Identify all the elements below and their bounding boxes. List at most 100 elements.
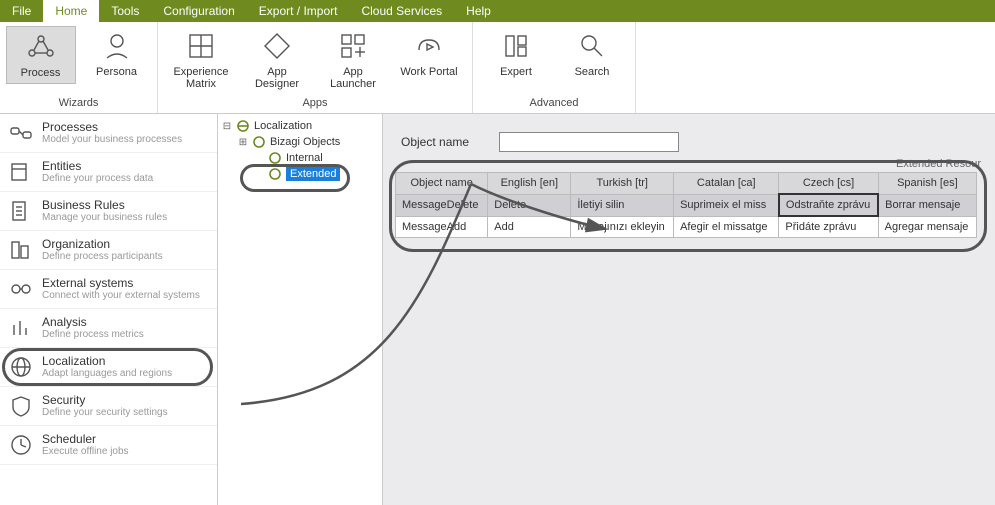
cell-editing[interactable]: Odstraňte zprávu <box>779 194 878 216</box>
sidebar-item-label: Processes <box>42 120 182 134</box>
menu-home[interactable]: Home <box>43 0 99 22</box>
sidebar-item-organization[interactable]: OrganizationDefine process participants <box>0 231 217 270</box>
cell[interactable]: Přidáte zprávu <box>779 216 878 238</box>
sidebar-item-label: Entities <box>42 159 153 173</box>
sidebar-item-entities[interactable]: EntitiesDefine your process data <box>0 153 217 192</box>
scheduler-icon <box>8 432 34 458</box>
ribbon-persona-label: Persona <box>96 66 137 78</box>
ribbon-search-label: Search <box>575 66 610 78</box>
ribbon-search[interactable]: Search <box>557 26 627 82</box>
cell[interactable]: Agregar mensaje <box>878 216 976 238</box>
sidebar-item-sub: Adapt languages and regions <box>42 368 172 379</box>
ribbon-group-advanced-label: Advanced <box>530 97 579 111</box>
col-english[interactable]: English [en] <box>488 173 571 195</box>
tree-node-internal[interactable]: Internal <box>220 150 380 166</box>
ribbon-process-label: Process <box>21 67 61 79</box>
menu-tools[interactable]: Tools <box>99 0 151 22</box>
globe-icon <box>236 119 250 133</box>
sidebar-item-analysis[interactable]: AnalysisDefine process metrics <box>0 309 217 348</box>
body: ProcessesModel your business processes E… <box>0 114 995 505</box>
sidebar-item-sub: Define process participants <box>42 251 163 262</box>
sidebar-item-sub: Execute offline jobs <box>42 446 129 457</box>
security-icon <box>8 393 34 419</box>
ribbon-app-designer[interactable]: App Designer <box>242 26 312 94</box>
ribbon-group-apps: Experience Matrix App Designer App Launc… <box>158 22 473 113</box>
cell[interactable]: MessageAdd <box>396 216 488 238</box>
ribbon-work-portal-label: Work Portal <box>400 66 457 78</box>
ribbon-group-wizards-label: Wizards <box>59 97 99 111</box>
ribbon-persona[interactable]: Persona <box>82 26 152 84</box>
sidebar-item-business-rules[interactable]: Business RulesManage your business rules <box>0 192 217 231</box>
sidebar-item-processes[interactable]: ProcessesModel your business processes <box>0 114 217 153</box>
sidebar-item-scheduler[interactable]: SchedulerExecute offline jobs <box>0 426 217 465</box>
sidebar-item-sub: Define your security settings <box>42 407 168 418</box>
cell[interactable]: İletiyi silin <box>571 194 674 216</box>
ribbon-app-launcher-label: App Launcher <box>320 66 386 90</box>
ribbon-group-advanced: Expert Search Advanced <box>473 22 636 113</box>
sidebar-item-localization[interactable]: LocalizationAdapt languages and regions <box>0 348 217 387</box>
ribbon-work-portal[interactable]: Work Portal <box>394 26 464 94</box>
menu-help[interactable]: Help <box>454 0 503 22</box>
object-name-input[interactable] <box>499 132 679 152</box>
cell[interactable]: Borrar mensaje <box>878 194 976 216</box>
sidebar-item-security[interactable]: SecurityDefine your security settings <box>0 387 217 426</box>
ribbon-app-designer-label: App Designer <box>244 66 310 90</box>
work-portal-icon <box>413 30 445 62</box>
col-spanish[interactable]: Spanish [es] <box>878 173 976 195</box>
menu-configuration[interactable]: Configuration <box>151 0 246 22</box>
cell[interactable]: Delete <box>488 194 571 216</box>
ribbon-process[interactable]: Process <box>6 26 76 84</box>
process-icon <box>25 31 57 63</box>
col-turkish[interactable]: Turkish [tr] <box>571 173 674 195</box>
cell[interactable]: MessageDelete <box>396 194 488 216</box>
organization-icon <box>8 237 34 263</box>
app-launcher-icon <box>337 30 369 62</box>
tree-panel: ⊟ Localization ⊞ Bizagi Objects Internal… <box>218 114 383 505</box>
menu-export-import[interactable]: Export / Import <box>247 0 350 22</box>
ribbon-expert[interactable]: Expert <box>481 26 551 82</box>
cell[interactable]: Suprimeix el miss <box>674 194 779 216</box>
ribbon: Process Persona Wizards Experience Matri… <box>0 22 995 114</box>
ribbon-app-launcher[interactable]: App Launcher <box>318 26 388 94</box>
table-header-row: Object name English [en] Turkish [tr] Ca… <box>396 173 977 195</box>
sidebar-item-label: Scheduler <box>42 432 129 446</box>
processes-icon <box>8 120 34 146</box>
cell[interactable]: Mesajınızı ekleyin <box>571 216 674 238</box>
col-object-name[interactable]: Object name <box>396 173 488 195</box>
col-czech[interactable]: Czech [cs] <box>779 173 878 195</box>
sidebar: ProcessesModel your business processes E… <box>0 114 218 505</box>
object-name-label: Object name <box>401 135 469 149</box>
analysis-icon <box>8 315 34 341</box>
sidebar-item-sub: Define process metrics <box>42 329 144 340</box>
menu-cloud-services[interactable]: Cloud Services <box>349 0 454 22</box>
cell[interactable]: Add <box>488 216 571 238</box>
ribbon-experience-matrix-label: Experience Matrix <box>168 66 234 90</box>
tree-label: Extended <box>286 167 340 181</box>
sidebar-item-label: Business Rules <box>42 198 167 212</box>
localization-icon <box>8 354 34 380</box>
sidebar-item-label: Analysis <box>42 315 144 329</box>
entities-icon <box>8 159 34 185</box>
ribbon-group-wizards: Process Persona Wizards <box>0 22 158 113</box>
cell[interactable]: Afegir el missatge <box>674 216 779 238</box>
menu-file[interactable]: File <box>0 0 43 22</box>
extended-table: Object name English [en] Turkish [tr] Ca… <box>395 172 977 238</box>
extended-table-wrap: Extended Resour Object name English [en]… <box>395 172 983 238</box>
persona-icon <box>101 30 133 62</box>
table-row[interactable]: MessageDelete Delete İletiyi silin Supri… <box>396 194 977 216</box>
business-rules-icon <box>8 198 34 224</box>
col-catalan[interactable]: Catalan [ca] <box>674 173 779 195</box>
sidebar-item-label: External systems <box>42 276 200 290</box>
collapse-icon[interactable]: ⊟ <box>222 121 232 132</box>
sidebar-item-external-systems[interactable]: External systemsConnect with your extern… <box>0 270 217 309</box>
tree-label: Localization <box>254 120 312 132</box>
app-designer-icon <box>261 30 293 62</box>
expand-icon[interactable]: ⊞ <box>238 137 248 148</box>
ribbon-experience-matrix[interactable]: Experience Matrix <box>166 26 236 94</box>
tree-root-localization[interactable]: ⊟ Localization <box>220 118 380 134</box>
tree-node-bizagi-objects[interactable]: ⊞ Bizagi Objects <box>220 134 380 150</box>
tree-node-extended[interactable]: Extended <box>220 166 380 182</box>
sidebar-item-label: Organization <box>42 237 163 251</box>
table-row[interactable]: MessageAdd Add Mesajınızı ekleyin Afegir… <box>396 216 977 238</box>
globe-icon <box>268 151 282 165</box>
